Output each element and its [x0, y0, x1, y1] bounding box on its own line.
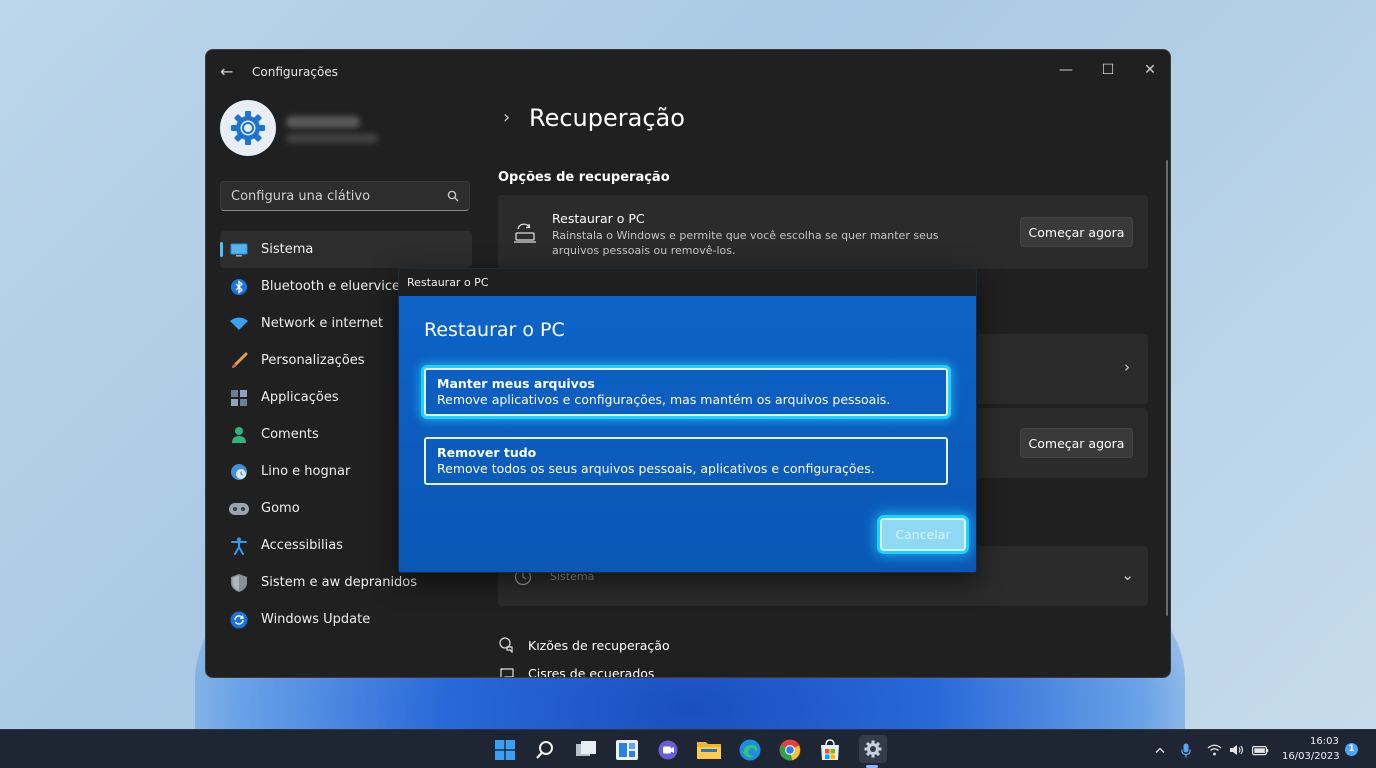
close-button[interactable]: ✕: [1128, 56, 1170, 84]
chevron-down-icon: ⌄: [1121, 566, 1134, 584]
sidebar-item-label: Sistem e aw depranidos: [261, 575, 418, 590]
minimize-button[interactable]: —: [1044, 56, 1088, 84]
taskbar-search-icon[interactable]: [532, 737, 558, 763]
globe-clock-icon: [229, 462, 249, 482]
search-placeholder: Configura una clátivo: [231, 189, 371, 204]
monitor-icon: [229, 240, 249, 260]
start-now-button[interactable]: Começar agora: [1020, 217, 1133, 247]
scrollbar[interactable]: [1166, 160, 1168, 616]
sidebar-item-label: Personalizações: [261, 353, 365, 368]
bluetooth-icon: [229, 277, 249, 297]
shield-icon: [229, 573, 249, 593]
sidebar-item-label: Gomo: [261, 501, 300, 516]
microsoft-store-icon[interactable]: [817, 737, 843, 763]
sidebar-item-label: Accessibilias: [261, 538, 343, 553]
gear-icon: [231, 111, 265, 145]
apps-icon: [229, 388, 249, 408]
sidebar-item-label: Lino e hognar: [261, 464, 351, 479]
sidebar-item-label: Sistema: [261, 242, 314, 257]
remove-everything-option[interactable]: Remover tudo Remove todos os seus arquiv…: [424, 437, 948, 485]
notification-badge[interactable]: 1: [1345, 743, 1358, 756]
reset-pc-icon: [514, 223, 536, 243]
user-email-blurred: [286, 134, 378, 143]
option-description: Remove todos os seus arquivos pessoais, …: [437, 461, 875, 476]
reset-pc-title: Restaurar o PC: [552, 211, 645, 226]
accessibility-icon: [229, 536, 249, 556]
wifi-tray-icon[interactable]: [1206, 741, 1222, 759]
wifi-icon: [229, 314, 249, 334]
back-arrow-icon[interactable]: ←: [220, 62, 233, 81]
tray-chevron-up-icon[interactable]: [1153, 741, 1167, 759]
task-view-icon[interactable]: [573, 737, 599, 763]
reset-pc-card: Restaurar o PC Rainstala o Windows e per…: [498, 195, 1148, 269]
page-title: Recuperação: [529, 104, 685, 132]
breadcrumb-chevron-icon: ›: [503, 107, 511, 128]
reset-pc-dialog: Restaurar o PC Restaurar o PC Manter meu…: [398, 268, 977, 573]
maximize-button[interactable]: ☐: [1086, 56, 1130, 84]
volume-icon[interactable]: [1228, 741, 1244, 759]
sidebar-item-label: Coments: [261, 427, 319, 442]
taskbar: 16:03 16/03/2023 1: [0, 729, 1376, 768]
help-link-recovery[interactable]: Kızões de recuperação: [498, 637, 670, 653]
cancel-button[interactable]: Cancelar: [880, 518, 966, 551]
microphone-icon[interactable]: [1179, 741, 1193, 759]
help-chat-icon: [498, 637, 516, 653]
option-title: Manter meus arquivos: [437, 376, 595, 391]
feedback-icon: [498, 667, 516, 677]
gamepad-icon: [229, 499, 249, 519]
start-now-button-2[interactable]: Começar agora: [1020, 428, 1133, 458]
clock-date[interactable]: 16/03/2023: [1282, 751, 1340, 762]
file-explorer-icon[interactable]: [696, 737, 722, 763]
edge-icon[interactable]: [737, 737, 763, 763]
clock-time[interactable]: 16:03: [1310, 736, 1339, 747]
sidebar-item-label: Network e internet: [261, 316, 383, 331]
sidebar-item-label: Bluetooth e eluervices: [261, 279, 407, 294]
search-input[interactable]: Configura una clátivo: [220, 181, 470, 211]
search-icon: [447, 190, 459, 202]
chrome-icon[interactable]: [777, 737, 803, 763]
user-name-blurred: [286, 116, 360, 128]
dialog-body: Restaurar o PC Manter meus arquivos Remo…: [399, 296, 976, 572]
keep-files-option[interactable]: Manter meus arquivos Remove aplicativos …: [424, 368, 948, 416]
dialog-heading: Restaurar o PC: [424, 319, 565, 341]
dialog-title-bar: Restaurar o PC: [399, 269, 976, 296]
brush-icon: [229, 351, 249, 371]
sidebar-item-label: Windows Update: [261, 612, 371, 627]
help-link-label: Cisres de ecuerados: [528, 666, 655, 678]
option-title: Remover tudo: [437, 445, 537, 460]
sidebar-item-windows-update[interactable]: Windows Update: [220, 601, 472, 638]
widgets-icon[interactable]: [614, 737, 640, 763]
chevron-right-icon: ›: [1124, 358, 1130, 376]
title-bar: ← Configurações — ☐ ✕: [206, 50, 1170, 94]
help-link-label: Kızões de recuperação: [528, 637, 670, 653]
help-link-feedback[interactable]: Cisres de ecuerados: [498, 666, 655, 678]
section-title: Opções de recuperação: [498, 170, 670, 185]
teams-chat-icon[interactable]: [655, 737, 681, 763]
settings-taskbar-icon[interactable]: [859, 735, 887, 763]
app-title: Configurações: [252, 65, 338, 79]
battery-icon[interactable]: [1251, 741, 1269, 759]
sidebar-item-label: Applicações: [261, 390, 339, 405]
update-icon: [229, 610, 249, 630]
option-description: Remove aplicativos e configurações, mas …: [437, 392, 891, 407]
reset-pc-description: Rainstala o Windows e permite que você e…: [552, 229, 939, 257]
sidebar-item-sistema[interactable]: Sistema: [220, 231, 472, 268]
avatar[interactable]: [220, 100, 276, 156]
dialog-bar-title: Restaurar o PC: [407, 276, 489, 289]
person-icon: [229, 425, 249, 445]
start-windows-icon[interactable]: [492, 737, 518, 763]
